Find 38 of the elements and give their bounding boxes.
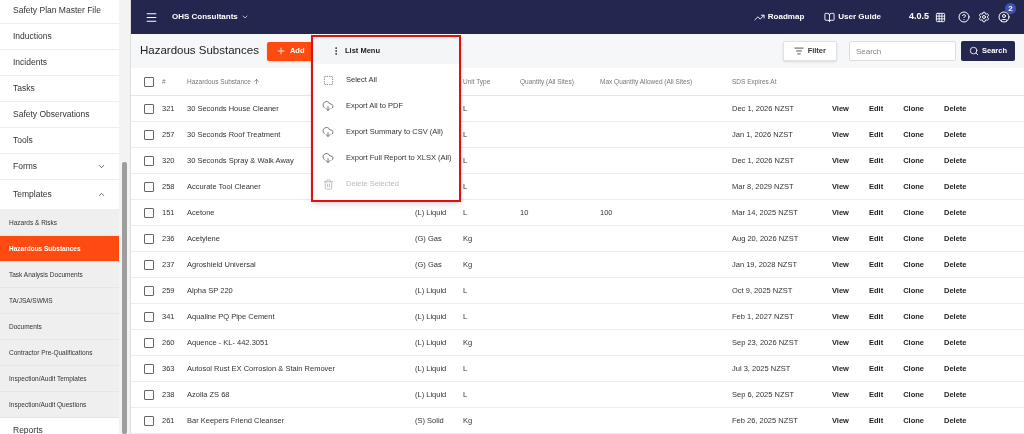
cloud-download-icon (322, 126, 334, 138)
search-field[interactable]: Search (848, 41, 956, 61)
caret-icon (240, 13, 249, 21)
select-all-icon (322, 74, 334, 86)
checkbox[interactable] (144, 103, 154, 114)
book-icon (824, 11, 836, 23)
sort-arrow-icon[interactable] (252, 78, 260, 85)
apps-grid-icon[interactable] (935, 11, 946, 23)
page-title: Hazardous Substances (140, 43, 259, 59)
checkbox[interactable] (144, 233, 154, 244)
nav-link[interactable]: Roadmap (753, 11, 805, 23)
checkbox[interactable] (144, 76, 154, 87)
organization-dropdown[interactable]: OHS Consultants (172, 11, 249, 23)
checkbox[interactable] (144, 311, 154, 322)
cloud-download-icon (322, 100, 334, 112)
checkbox[interactable] (144, 207, 154, 218)
checkbox[interactable] (144, 155, 154, 166)
nav-link[interactable]: User Guide (824, 11, 881, 23)
scrollbar-thumb[interactable] (122, 162, 128, 434)
menu-icon[interactable] (145, 10, 158, 24)
checkbox[interactable] (144, 181, 154, 192)
checkbox[interactable] (144, 337, 154, 348)
help-icon[interactable] (958, 11, 970, 23)
filter-icon (793, 46, 804, 56)
checkbox[interactable] (144, 363, 154, 374)
settings-icon[interactable] (978, 11, 990, 23)
user-account-icon[interactable] (998, 11, 1010, 23)
checkbox[interactable] (144, 259, 154, 270)
checkbox[interactable] (144, 129, 154, 140)
version-label: 4.0.5 (908, 10, 929, 24)
checkbox[interactable] (144, 389, 154, 400)
trash-icon (322, 178, 334, 190)
cloud-download-icon (322, 152, 334, 164)
search-icon (968, 46, 979, 56)
plus-icon (275, 46, 286, 56)
checkbox[interactable] (144, 285, 154, 296)
checkbox[interactable] (144, 415, 154, 426)
notification-badge: 2 (1005, 3, 1016, 14)
